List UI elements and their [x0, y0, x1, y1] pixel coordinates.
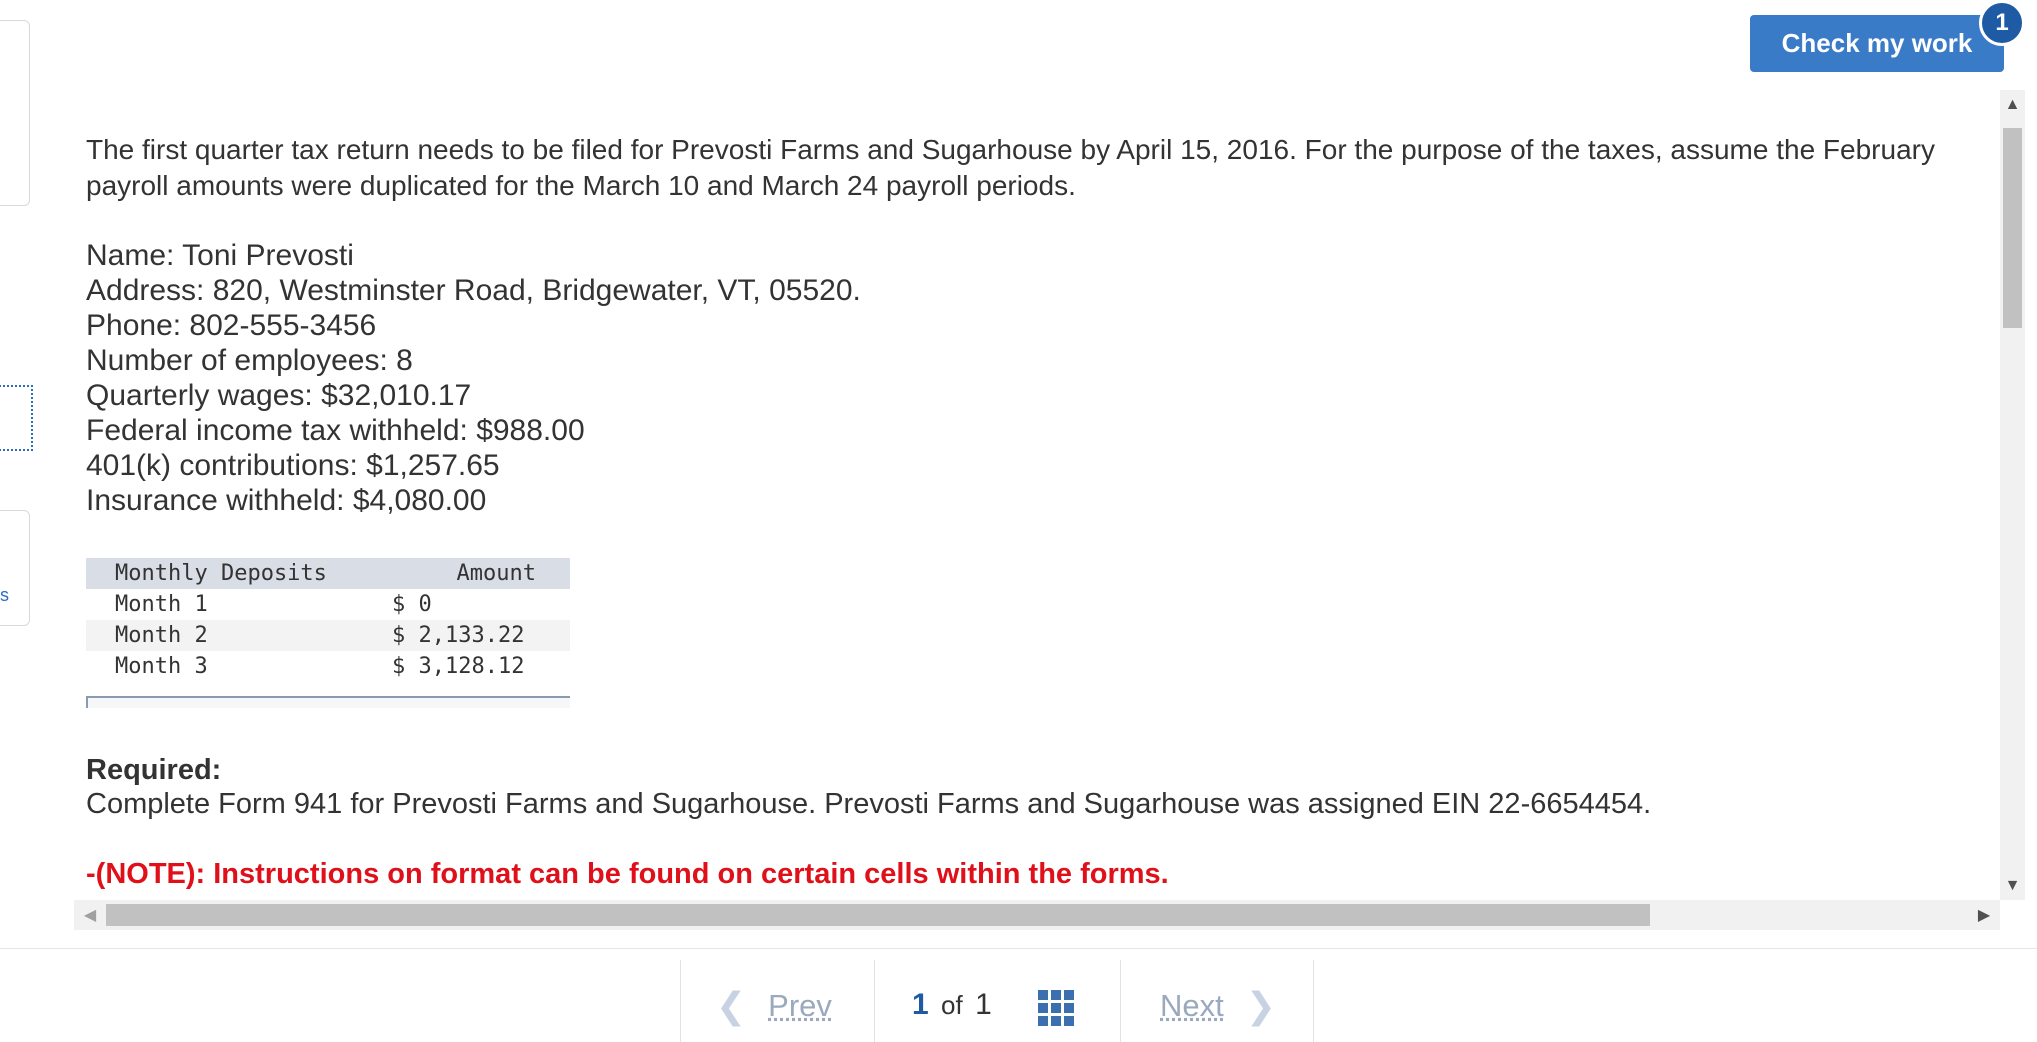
current-page: 1 [912, 988, 929, 1021]
required-text: Complete Form 941 for Prevosti Farms and… [86, 788, 1652, 820]
left-panel-card [0, 20, 30, 206]
prev-button[interactable]: ❮ Prev [716, 985, 832, 1027]
required-heading: Required: [86, 754, 222, 786]
vertical-scroll-thumb[interactable] [2003, 128, 2022, 328]
left-edge-glyph: s [0, 585, 9, 605]
table-cell-month: Month 1 [115, 592, 208, 617]
info-employees: Number of employees: 8 [86, 344, 413, 377]
chevron-right-icon: ❯ [1245, 985, 1276, 1026]
table-header-row: Monthly Deposits Amount [86, 558, 570, 589]
table-cell-amount: $ 2,133.22 [392, 623, 525, 648]
info-address: Address: 820, Westminster Road, Bridgewa… [86, 274, 861, 307]
table-header-amount: Amount [456, 561, 536, 586]
check-count-badge: 1 [1979, 0, 2025, 46]
grid-icon[interactable] [1038, 990, 1074, 1026]
monthly-deposits-table: Monthly Deposits Amount Month 1 $ 0 Mont… [86, 558, 570, 682]
info-401k: 401(k) contributions: $1,257.65 [86, 449, 500, 482]
scroll-up-arrow-icon[interactable]: ▲ [2000, 92, 2025, 117]
table-row: Month 1 $ 0 [86, 589, 570, 620]
scroll-down-arrow-icon[interactable]: ▼ [2000, 873, 2025, 898]
info-insurance: Insurance withheld: $4,080.00 [86, 484, 487, 517]
question-panel: The first quarter tax return needs to be… [74, 90, 2025, 935]
left-panel-card-2[interactable] [0, 510, 30, 626]
table-cell-month: Month 3 [115, 654, 208, 679]
info-name: Name: Toni Prevosti [86, 239, 354, 272]
table-cell-month: Month 2 [115, 623, 208, 648]
info-federal-tax: Federal income tax withheld: $988.00 [86, 414, 585, 447]
nav-divider [680, 960, 681, 1042]
table-footer-bar [86, 696, 570, 708]
info-quarterly-wages: Quarterly wages: $32,010.17 [86, 379, 472, 412]
horizontal-scrollbar[interactable]: ◀ ▶ [74, 900, 2000, 930]
total-pages: 1 [975, 988, 992, 1021]
company-info: Name: Toni Prevosti Address: 820, Westmi… [86, 238, 861, 518]
nav-divider [1120, 960, 1121, 1042]
page-of-label: of [941, 990, 963, 1020]
table-row: Month 2 $ 2,133.22 [86, 620, 570, 651]
next-button[interactable]: Next ❯ [1160, 985, 1276, 1027]
format-note: -(NOTE): Instructions on format can be f… [86, 858, 1169, 890]
chevron-left-icon: ❮ [716, 985, 747, 1026]
table-cell-amount: $ 3,128.12 [392, 654, 525, 679]
info-phone: Phone: 802-555-3456 [86, 309, 377, 342]
prev-label[interactable]: Prev [768, 988, 832, 1024]
table-cell-amount: $ 0 [392, 592, 432, 617]
scroll-left-arrow-icon[interactable]: ◀ [76, 900, 104, 930]
nav-divider [1313, 960, 1314, 1042]
table-header-deposits: Monthly Deposits [115, 561, 327, 586]
left-focus-outline[interactable] [0, 385, 33, 451]
check-my-work-button[interactable]: Check my work [1750, 15, 2004, 72]
footer-divider [0, 948, 2037, 949]
page-indicator: 1 of 1 [912, 988, 992, 1022]
vertical-scrollbar[interactable]: ▲ ▼ [2000, 90, 2025, 900]
next-label[interactable]: Next [1160, 988, 1224, 1024]
horizontal-scroll-thumb[interactable] [106, 904, 1650, 926]
question-content: The first quarter tax return needs to be… [86, 90, 1986, 900]
nav-divider [874, 960, 875, 1042]
intro-paragraph: The first quarter tax return needs to be… [86, 134, 1935, 201]
scroll-right-arrow-icon[interactable]: ▶ [1970, 900, 1998, 930]
table-row: Month 3 $ 3,128.12 [86, 651, 570, 682]
